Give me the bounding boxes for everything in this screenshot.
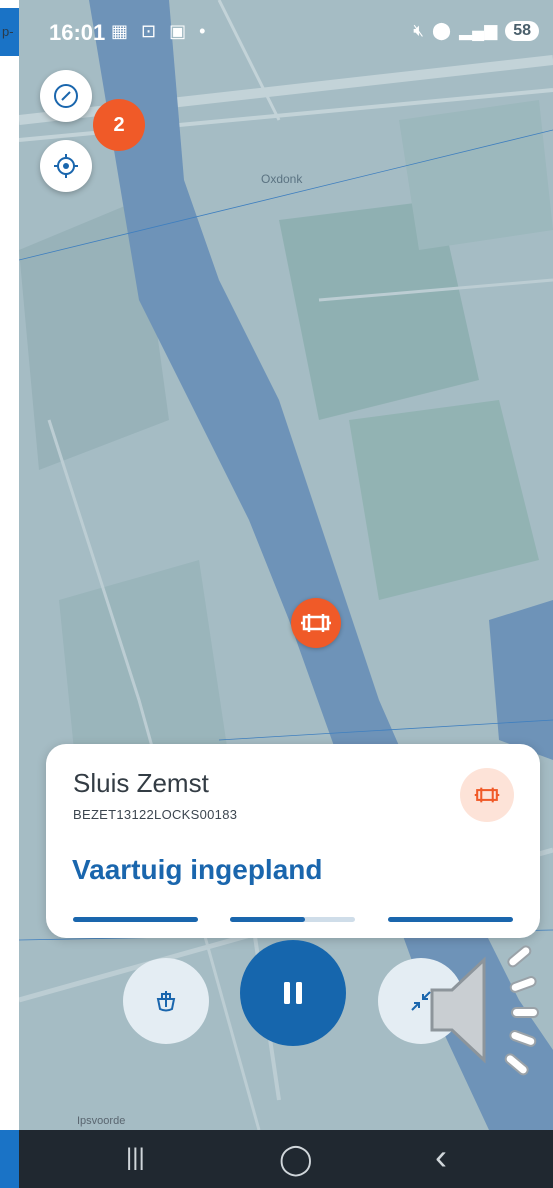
map-place-label: Oxdonk (261, 172, 303, 186)
vessel-button[interactable] (123, 958, 209, 1044)
volume-overlay[interactable] (426, 940, 546, 1085)
status-bar: 16:01 ▦ ⊡ ▣ • 🔇︎ ⬤ ▂▄▆ 58 (19, 0, 553, 62)
lock-map-marker[interactable] (291, 598, 341, 648)
map-cluster-badge[interactable]: 2 (93, 99, 145, 151)
speaker-icon (430, 945, 539, 1076)
card-lock-icon-badge (460, 768, 514, 822)
lock-id: BEZET13122LOCKS00183 (73, 807, 238, 822)
signal-icon: ▂▄▆ (459, 21, 498, 40)
status-notification-icons: ▦ ⊡ ▣ • (111, 21, 210, 41)
home-button[interactable]: ◯ (279, 1142, 313, 1177)
progress-step-1 (73, 917, 198, 922)
crosshair-icon (54, 154, 78, 178)
left-edge-panel (0, 0, 19, 1188)
pause-button[interactable] (240, 940, 346, 1046)
lock-status: Vaartuig ingepland (72, 854, 323, 885)
location-icon: ⬤ (431, 21, 451, 40)
map-faded-label: Ipsvoorde (77, 1115, 126, 1127)
compass-icon (54, 84, 78, 108)
left-edge-partial-text: p- (2, 24, 14, 39)
progress-step-3 (388, 917, 513, 922)
recent-apps-button[interactable]: ||| (126, 1144, 145, 1172)
back-button[interactable]: ‹ (435, 1136, 447, 1178)
left-edge-tab-bottom (0, 1130, 19, 1188)
lock-info-card[interactable]: Sluis Zemst BEZET13122LOCKS00183 Vaartui… (46, 744, 540, 938)
compass-button[interactable] (40, 70, 92, 122)
status-time: 16:01 (49, 20, 106, 45)
locate-me-button[interactable] (40, 140, 92, 192)
system-nav-bar: ||| ◯ ‹ (19, 1130, 553, 1188)
mute-icon: 🔇︎ (413, 21, 424, 40)
pause-icon (284, 982, 302, 1004)
battery-indicator: 58 (505, 21, 539, 41)
status-system-icons: 🔇︎ ⬤ ▂▄▆ 58 (413, 21, 539, 41)
lock-title: Sluis Zemst (73, 768, 209, 798)
progress-step-2 (230, 917, 355, 922)
progress-step-2-fill (230, 917, 305, 922)
lock-gate-icon (474, 787, 500, 803)
lock-gate-icon (301, 614, 331, 632)
ship-icon (156, 991, 176, 1012)
